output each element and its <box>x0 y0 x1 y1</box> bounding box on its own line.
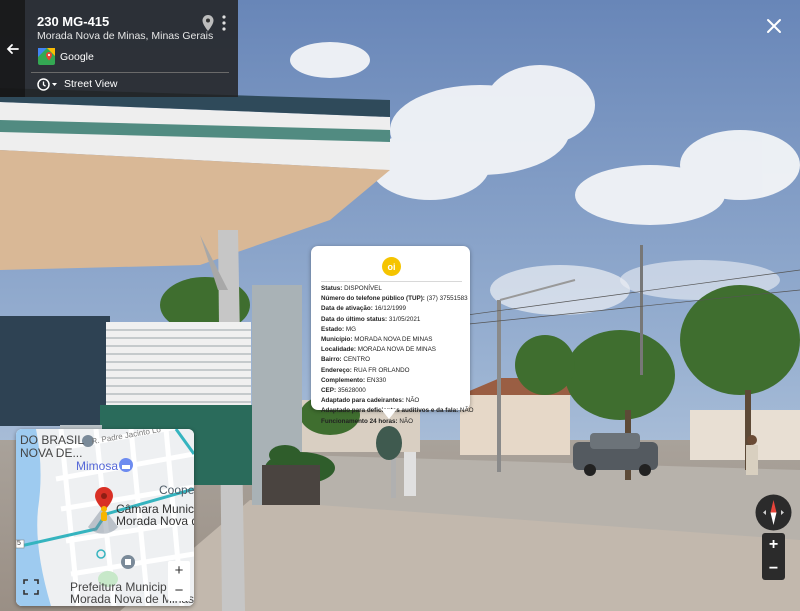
popup-field-row: Número do telefone público (TUP): (37) 3… <box>321 294 474 304</box>
popup-field-label: Município: <box>321 336 353 344</box>
fullscreen-icon[interactable] <box>22 578 40 596</box>
popup-field-label: Estado: <box>321 325 345 333</box>
map-label-nova-de: NOVA DE... <box>20 446 83 460</box>
minimap-zoom-control: + − <box>168 561 190 601</box>
popup-field-label: Localidade: <box>321 346 356 354</box>
popup-field-value: NÃO <box>405 397 420 405</box>
popup-field-label: Adaptado para cadeirantes: <box>321 397 404 405</box>
close-icon[interactable] <box>764 16 784 36</box>
popup-field-label: Data de ativação: <box>321 305 373 313</box>
popup-field-row: Bairro: CENTRO <box>321 355 474 365</box>
minimap-zoom-in-button[interactable]: + <box>168 561 190 581</box>
popup-field-row: Funcionamento 24 horas: NÃO <box>321 417 474 427</box>
map-pin-icon[interactable] <box>200 14 216 32</box>
popup-field-label: Bairro: <box>321 356 342 364</box>
popup-field-row: Localidade: MORADA NOVA DE MINAS <box>321 345 474 355</box>
popup-field-row: Estado: MG <box>321 325 474 335</box>
popup-field-row: Status: DISPONÍVEL <box>321 284 474 294</box>
compass-icon[interactable] <box>755 494 792 531</box>
popup-divider <box>321 281 462 282</box>
popup-field-label: Número do telefone público (TUP): <box>321 295 425 303</box>
map-label-mimosa: Mimosa <box>76 459 119 473</box>
zoom-out-button[interactable]: − <box>762 557 785 580</box>
location-info-panel: 230 MG-415 Morada Nova de Minas, Minas G… <box>0 0 238 97</box>
street-view-zoom-control: + − <box>762 533 785 580</box>
popup-field-row: Adaptado para deficientes auditivos e da… <box>321 406 474 416</box>
popup-field-value: MORADA NOVA DE MINAS <box>354 336 433 344</box>
popup-field-value: 16/12/1999 <box>374 305 407 313</box>
address-subtitle: Morada Nova de Minas, Minas Gerais <box>37 30 214 42</box>
popup-field-value: EN330 <box>366 376 387 384</box>
popup-field-label: Data do último status: <box>321 315 388 323</box>
map-label-camara-line2: Morada Nova de <box>116 514 194 528</box>
popup-field-label: Complemento: <box>321 376 366 384</box>
popup-tail <box>381 409 397 419</box>
popup-field-label: Endereço: <box>321 366 352 374</box>
provider-label: Google <box>60 51 94 63</box>
popup-field-value: CENTRO <box>343 356 370 364</box>
popup-field-row: Endereço: RUA FR ORLANDO <box>321 366 474 376</box>
oi-logo-text: oi <box>388 262 396 272</box>
popup-field-row: Data do último status: 31/05/2021 <box>321 315 474 325</box>
popup-field-value: 35628000 <box>337 387 366 395</box>
history-icon[interactable] <box>36 77 58 92</box>
map-label-brasil: DO BRASIL <box>20 433 85 447</box>
popup-field-value: NÃO <box>399 417 414 425</box>
popup-field-value: DISPONÍVEL <box>344 285 382 292</box>
payphone-info-popup: oi Status: DISPONÍVEL Número do telefone … <box>311 246 474 425</box>
popup-field-row: Adaptado para cadeirantes: NÃO <box>321 396 474 406</box>
popup-field-row: Município: MORADA NOVA DE MINAS <box>321 335 474 345</box>
google-maps-logo-icon <box>38 48 55 65</box>
popup-field-row: CEP: 35628000 <box>321 386 474 396</box>
popup-field-value: MG <box>345 325 356 333</box>
popup-field-value: MORADA NOVA DE MINAS <box>357 346 437 354</box>
minimap-zoom-out-button[interactable]: − <box>168 581 190 601</box>
oi-logo: oi <box>382 257 401 276</box>
popup-field-label: Status: <box>321 285 343 292</box>
popup-field-value: RUA FR ORLANDO <box>353 366 410 374</box>
map-label-coope: Coope <box>159 483 194 497</box>
popup-field-label: CEP: <box>321 387 337 395</box>
more-vert-icon[interactable] <box>219 14 229 32</box>
street-view-label[interactable]: Street View <box>64 78 118 90</box>
zoom-in-button[interactable]: + <box>762 533 785 556</box>
panel-divider <box>31 72 229 73</box>
popup-field-value: NÃO <box>459 407 474 415</box>
map-road-badge: 5 <box>17 540 21 547</box>
popup-field-row: Complemento: EN330 <box>321 376 474 386</box>
popup-field-value: (37) 37551583 <box>426 295 468 303</box>
arrow-left-icon[interactable] <box>4 40 22 58</box>
popup-field-value: 31/05/2021 <box>388 315 421 323</box>
popup-field-row: Data de ativação: 16/12/1999 <box>321 304 474 314</box>
address-title: 230 MG-415 <box>37 14 110 29</box>
popup-field-list: Status: DISPONÍVEL Número do telefone púb… <box>321 284 474 427</box>
